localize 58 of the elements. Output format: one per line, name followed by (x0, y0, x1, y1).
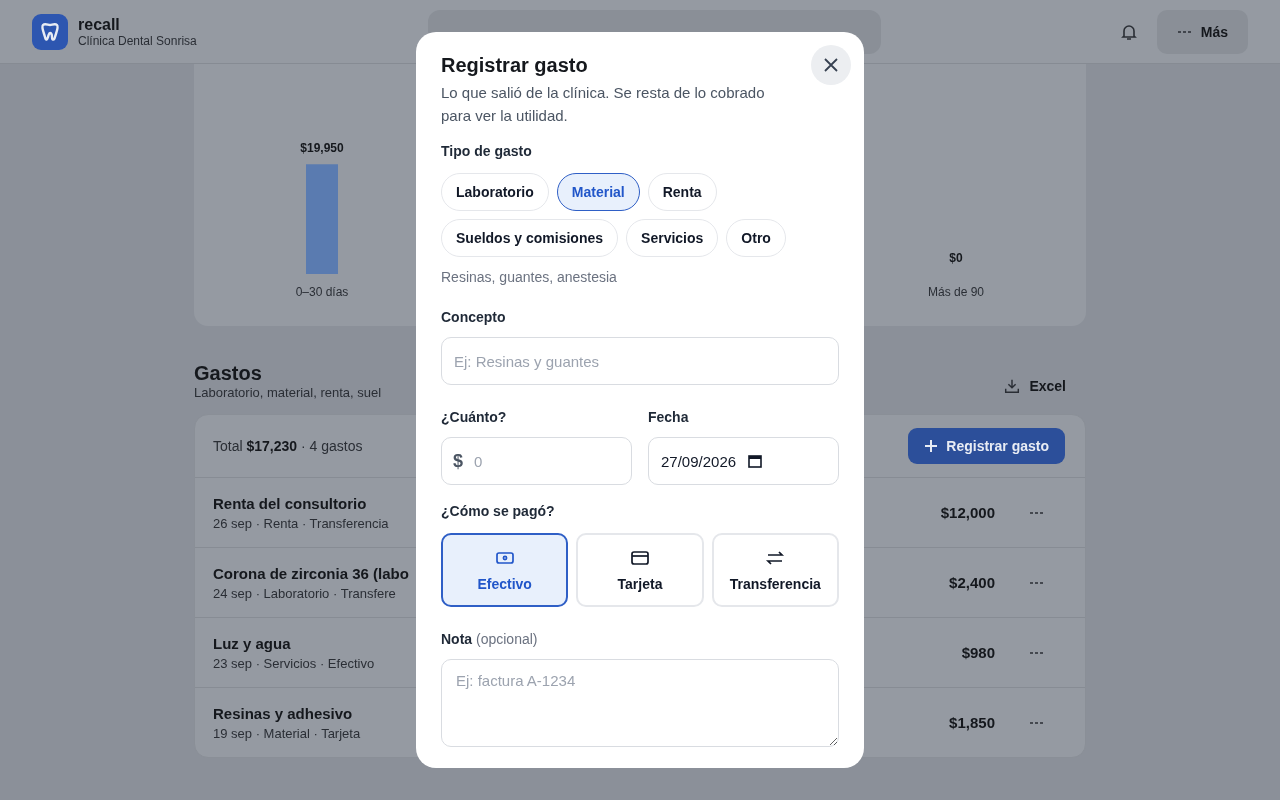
expense-concept: Corona de zirconia 36 (labo (213, 564, 409, 582)
type-chip[interactable]: Otro (726, 219, 786, 257)
concept-field[interactable]: Ej: Resinas y guantes (441, 337, 839, 385)
expense-concept: Luz y agua (213, 634, 291, 652)
bar-label: 0–30 días (295, 285, 349, 299)
field-label: ¿Cómo se pagó? (441, 503, 556, 519)
note-field[interactable]: Ej: factura A-1234 (441, 659, 839, 747)
type-chip[interactable]: Renta (647, 173, 717, 211)
expense-concept: Renta del consultorio (213, 494, 367, 512)
expense-amount: $12,000 (940, 504, 995, 521)
download-icon (1003, 377, 1022, 395)
expense-meta: 24 sep · Laboratorio · Transfere (213, 585, 396, 601)
currency-symbol: $ (453, 450, 463, 472)
expense-amount: $980 (961, 644, 995, 661)
section-subtitle: Laboratorio, material, renta, suel (194, 385, 382, 400)
expense-concept: Resinas y adhesivo (213, 704, 353, 722)
payment-option[interactable]: Efectivo (441, 533, 569, 607)
expense-meta: 26 sep · Renta · Transferencia (213, 515, 389, 531)
section-title: Gastos (194, 362, 262, 385)
clinic-name: Clínica Dental Sonrisa (78, 33, 197, 48)
tooth-logo (32, 13, 68, 50)
bar-value: $19,950 (300, 141, 344, 156)
ellipsis-icon[interactable] (1029, 720, 1045, 725)
more-button[interactable]: Más (1156, 9, 1248, 54)
add-expense-button[interactable]: Registrar gasto (908, 428, 1065, 464)
expense-meta: 19 sep · Material · Tarjeta (213, 725, 361, 741)
expenses-total: Total $17,230 · 4 gastos (213, 438, 363, 454)
excel-button[interactable]: Excel (997, 376, 1072, 396)
payment-option[interactable]: Tarjeta (576, 533, 704, 607)
ellipsis-icon[interactable] (1029, 580, 1045, 585)
field-label: Fecha (648, 409, 690, 425)
type-hint: Resinas, guantes, anestesia (441, 269, 618, 285)
field-label: Tipo de gasto (441, 143, 533, 159)
expense-meta: 23 sep · Servicios · Efectivo (213, 655, 375, 671)
date-field[interactable]: 27/09/2026 (648, 437, 839, 485)
field-label: Concepto (441, 309, 507, 325)
dialog-title: Registrar gasto (441, 54, 589, 77)
dialog-subtitle: Lo que salió de la clínica. Se resta de lo cobrado para ver la utilidad. (441, 83, 766, 126)
type-chip[interactable]: Sueldos y comisiones (441, 219, 619, 257)
credit-card-icon (630, 548, 650, 568)
ellipsis-icon[interactable] (1029, 510, 1045, 515)
calendar-icon[interactable] (748, 454, 763, 468)
plus-icon (924, 439, 939, 453)
type-chip[interactable]: Servicios (626, 219, 719, 257)
ellipsis-icon (1176, 29, 1193, 34)
payment-option[interactable]: Transferencia (711, 533, 839, 607)
close-icon (823, 57, 839, 73)
bar-value: $0 (949, 251, 963, 265)
type-chip[interactable]: Laboratorio (441, 173, 549, 211)
expense-amount: $1,850 (949, 714, 995, 731)
field-label: ¿Cuánto? (441, 409, 508, 425)
close-button[interactable] (811, 45, 851, 85)
field-label: Nota (opcional) (441, 631, 539, 647)
bar-label: Más de 90 (928, 285, 984, 299)
expense-amount: $2,400 (949, 574, 995, 591)
ellipsis-icon[interactable] (1029, 650, 1045, 655)
type-chip[interactable]: Material (556, 173, 640, 211)
app-name: recall (78, 15, 120, 34)
